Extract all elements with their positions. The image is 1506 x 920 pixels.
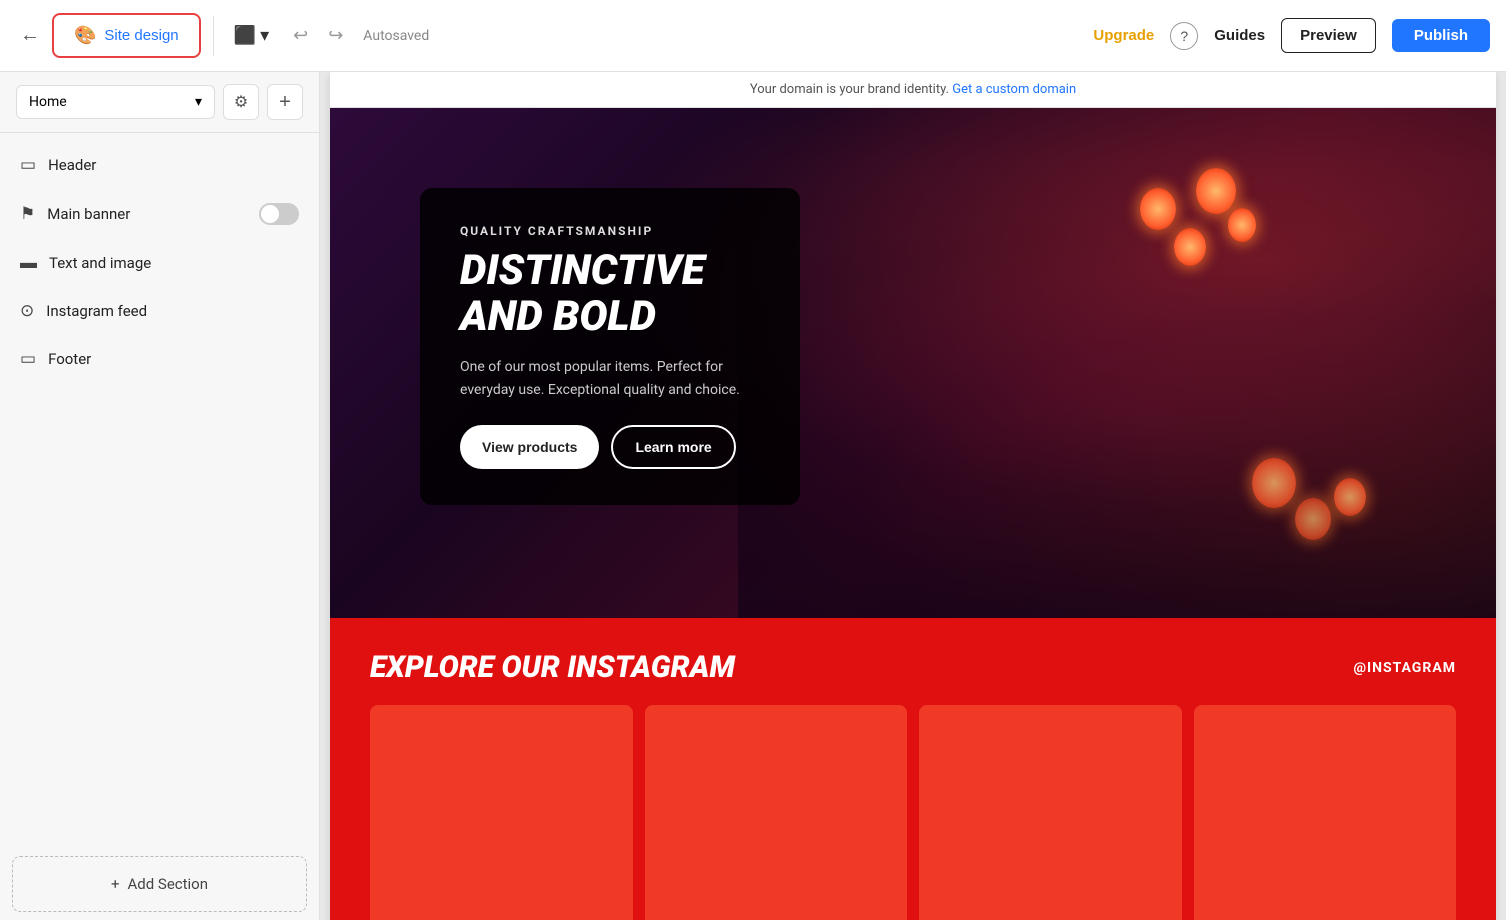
instagram-header: EXPLORE OUR INSTAGRAM @INSTAGRAM (370, 650, 1456, 685)
hero-buildings (738, 108, 1496, 618)
instagram-grid: ⊙ ⊙ ⊙ ⊙ (370, 705, 1456, 920)
site-design-icon: 🎨 (74, 25, 96, 46)
page-select-chevron-icon: ▾ (195, 94, 202, 110)
domain-bar-text: Your domain is your brand identity. (750, 82, 949, 97)
sidebar-section-label-footer: Footer (48, 350, 91, 368)
sidebar-item-footer[interactable]: ▭ Footer (0, 335, 319, 383)
preview-button[interactable]: Preview (1281, 18, 1376, 53)
sidebar-item-main-banner[interactable]: ⚑ Main banner (0, 189, 319, 239)
main-layout: Home ▾ ⚙ + ▭ Header ⚑ Main banner (0, 72, 1506, 920)
toolbar-right: Upgrade ? Guides Preview Publish (1093, 18, 1490, 53)
lantern-1 (1140, 188, 1176, 230)
canvas-area[interactable]: Your domain is your brand identity. Get … (320, 72, 1506, 920)
add-page-icon: + (279, 91, 291, 114)
instagram-thumb-1[interactable]: ⊙ (370, 705, 633, 920)
page-select-dropdown[interactable]: Home ▾ (16, 85, 215, 119)
lantern-5 (1252, 458, 1296, 508)
undo-button[interactable]: ↩ (285, 19, 316, 52)
footer-icon: ▭ (20, 349, 36, 369)
hero-subtitle: QUALITY CRAFTSMANSHIP (460, 224, 760, 238)
guides-button[interactable]: Guides (1214, 27, 1265, 44)
device-chevron-icon: ▾ (260, 25, 269, 46)
add-section-plus-icon: + (111, 875, 120, 893)
toolbar-divider (213, 16, 214, 56)
lantern-4 (1228, 208, 1256, 242)
upgrade-button[interactable]: Upgrade (1093, 27, 1154, 44)
sidebar-section-label-main-banner: Main banner (47, 205, 130, 223)
view-products-button[interactable]: View products (460, 425, 599, 469)
site-preview: Your domain is your brand identity. Get … (330, 72, 1496, 920)
undo-redo-group: ↩ ↪ (285, 19, 351, 52)
text-image-icon: ▬ (20, 253, 37, 273)
instagram-title: EXPLORE OUR INSTAGRAM (370, 650, 735, 685)
hero-buttons: View products Learn more (460, 425, 760, 469)
domain-bar: Your domain is your brand identity. Get … (330, 72, 1496, 108)
device-selector-button[interactable]: ⬛ ▾ (226, 19, 277, 52)
help-icon: ? (1180, 28, 1188, 44)
sidebar-section-label-header: Header (48, 156, 96, 174)
instagram-icon: ⊙ (20, 301, 34, 321)
sidebar-top: Home ▾ ⚙ + (0, 72, 319, 133)
toolbar-left: ← 🎨 Site design ⬛ ▾ ↩ ↪ Autosaved (16, 13, 429, 58)
undo-icon: ↩ (293, 25, 308, 45)
hero-section: QUALITY CRAFTSMANSHIP DISTINCTIVE AND BO… (330, 108, 1496, 618)
sidebar-sections: ▭ Header ⚑ Main banner ▬ Text and image … (0, 133, 319, 848)
sidebar: Home ▾ ⚙ + ▭ Header ⚑ Main banner (0, 72, 320, 920)
sidebar-item-header[interactable]: ▭ Header (0, 141, 319, 189)
toolbar: ← 🎨 Site design ⬛ ▾ ↩ ↪ Autosaved Upgrad… (0, 0, 1506, 72)
back-icon: ← (20, 24, 40, 47)
redo-button[interactable]: ↪ (320, 19, 351, 52)
publish-button[interactable]: Publish (1392, 19, 1490, 52)
lantern-6 (1295, 498, 1331, 540)
hero-content: QUALITY CRAFTSMANSHIP DISTINCTIVE AND BO… (420, 188, 800, 505)
header-icon: ▭ (20, 155, 36, 175)
help-button[interactable]: ? (1170, 22, 1198, 50)
site-design-label: Site design (104, 27, 178, 44)
sidebar-item-instagram-feed[interactable]: ⊙ Instagram feed (0, 287, 319, 335)
settings-gear-icon: ⚙ (234, 92, 248, 112)
sidebar-section-label-text-image: Text and image (49, 254, 151, 272)
instagram-handle: @INSTAGRAM (1353, 660, 1456, 676)
redo-icon: ↪ (328, 25, 343, 45)
hero-title: DISTINCTIVE AND BOLD (460, 248, 760, 340)
instagram-thumb-4[interactable]: ⊙ (1194, 705, 1457, 920)
lantern-7 (1334, 478, 1366, 516)
sidebar-item-text-and-image[interactable]: ▬ Text and image (0, 239, 319, 287)
add-section-label: Add Section (127, 875, 208, 893)
add-section-button[interactable]: + Add Section (12, 856, 307, 912)
custom-domain-link[interactable]: Get a custom domain (952, 82, 1076, 97)
add-page-button[interactable]: + (267, 84, 303, 120)
back-button[interactable]: ← (16, 20, 44, 51)
site-design-button[interactable]: 🎨 Site design (52, 13, 201, 58)
page-select-label: Home (29, 94, 67, 110)
lantern-3 (1196, 168, 1236, 214)
learn-more-button[interactable]: Learn more (611, 425, 735, 469)
instagram-thumb-3[interactable]: ⊙ (919, 705, 1182, 920)
hero-body: One of our most popular items. Perfect f… (460, 356, 760, 401)
autosaved-status: Autosaved (363, 28, 429, 44)
device-icon: ⬛ (234, 25, 256, 46)
lantern-2 (1174, 228, 1206, 266)
main-banner-toggle[interactable] (259, 203, 299, 225)
sidebar-section-label-instagram: Instagram feed (46, 302, 147, 320)
main-banner-icon: ⚑ (20, 204, 35, 224)
page-settings-button[interactable]: ⚙ (223, 84, 259, 120)
instagram-section: EXPLORE OUR INSTAGRAM @INSTAGRAM ⊙ ⊙ ⊙ ⊙ (330, 618, 1496, 920)
instagram-thumb-2[interactable]: ⊙ (645, 705, 908, 920)
